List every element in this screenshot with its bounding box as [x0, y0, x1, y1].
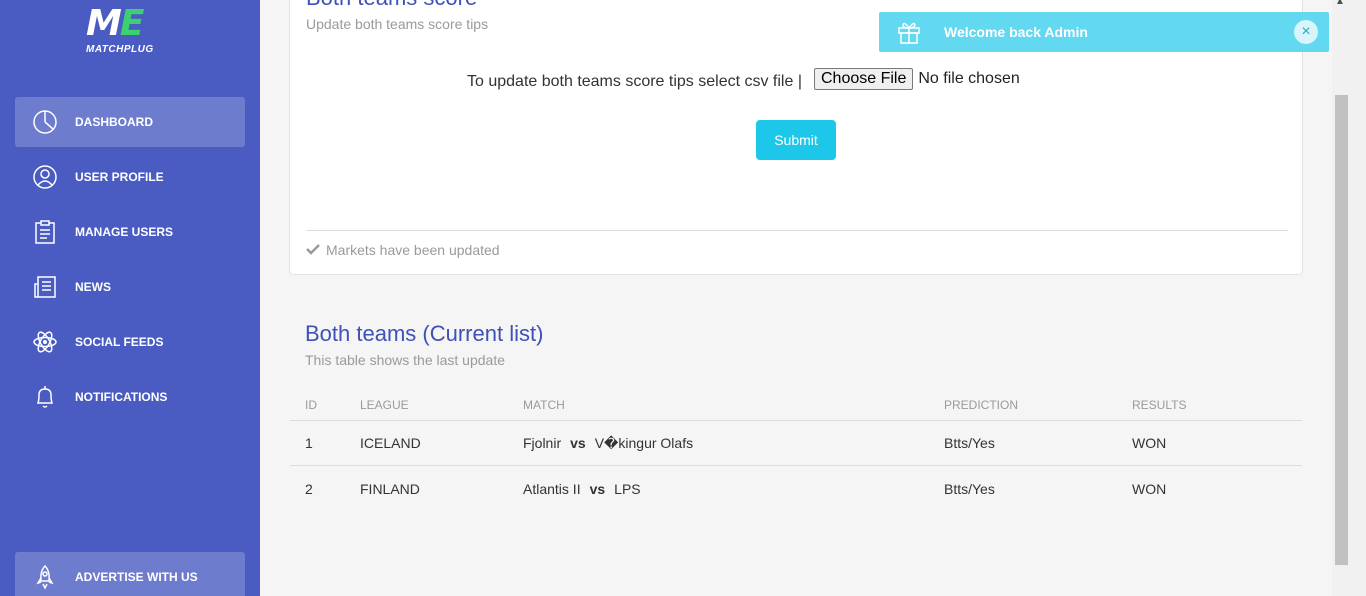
scrollbar-thumb[interactable] [1335, 95, 1348, 565]
newspaper-icon [32, 274, 58, 300]
cell-league: FINLAND [360, 480, 420, 497]
atom-icon [32, 329, 58, 355]
cell-result: WON [1132, 435, 1167, 451]
home-team: Fjolnir [523, 434, 562, 451]
table-row: 2 FINLAND Atlantis II vs LPS Btts/Yes WON [290, 466, 1302, 511]
choose-file-button[interactable]: Choose File [813, 68, 914, 90]
home-team: Atlantis II [523, 480, 581, 497]
advertise-label: ADVERTISE WITH US [75, 570, 198, 584]
sidebar-item-label: SOCIAL FEEDS [75, 335, 164, 349]
cell-prediction: Btts/Yes [944, 435, 995, 451]
cell-id: 2 [305, 480, 313, 497]
scroll-up-arrow-icon[interactable]: ▲ [1335, 0, 1345, 7]
column-header-results: RESULTS [1132, 398, 1187, 412]
predictions-table: ID LEAGUE MATCH PREDICTION RESULTS 1 ICE… [290, 390, 1302, 511]
sidebar-item-label: NOTIFICATIONS [75, 390, 168, 404]
rocket-icon [32, 564, 58, 590]
sidebar-nav: DASHBOARD USER PROFILE MANAGE USERS NEWS… [15, 97, 245, 427]
away-team: LPS [614, 480, 641, 497]
page-scrollbar[interactable]: ▲ [1332, 0, 1366, 596]
main-content: Both teams score Update both teams score… [260, 0, 1332, 596]
advertise-button[interactable]: ADVERTISE WITH US [15, 552, 245, 596]
away-team: V�kingur Olafs [594, 434, 694, 451]
cell-result: WON [1132, 480, 1167, 497]
sidebar-item-manage-users[interactable]: MANAGE USERS [15, 207, 245, 257]
list-title: Both teams (Current list) [305, 321, 544, 346]
sidebar-item-label: USER PROFILE [75, 170, 164, 184]
upload-card-title: Both teams score [306, 0, 477, 11]
welcome-toast: Welcome back Admin × [879, 12, 1329, 52]
cell-prediction: Btts/Yes [944, 480, 995, 497]
sidebar: ME MATCHPLUG DASHBOARD USER PROFILE MANA… [0, 0, 260, 596]
chart-pie-icon [32, 109, 58, 135]
clipboard-icon [32, 219, 58, 245]
file-state-text: No file chosen [918, 70, 1020, 87]
cell-match: Fjolnir vs V�kingur Olafs [523, 435, 944, 452]
submit-button[interactable]: Submit [756, 120, 836, 160]
column-header-league: LEAGUE [360, 398, 409, 412]
brand-name: MATCHPLUG [86, 44, 154, 55]
sidebar-item-news[interactable]: NEWS [15, 262, 245, 312]
sidebar-item-label: NEWS [75, 280, 111, 294]
card-divider [306, 230, 1288, 231]
list-subtitle: This table shows the last update [305, 352, 506, 368]
vs-label: vs [570, 434, 586, 451]
sidebar-item-user-profile[interactable]: USER PROFILE [15, 152, 245, 202]
user-circle-icon [32, 164, 58, 190]
bell-icon [32, 384, 58, 410]
logo[interactable]: ME MATCHPLUG [86, 6, 178, 60]
sidebar-item-social-feeds[interactable]: SOCIAL FEEDS [15, 317, 245, 367]
toast-message: Welcome back Admin [944, 24, 1088, 40]
table-header: ID LEAGUE MATCH PREDICTION RESULTS [290, 390, 1302, 421]
vs-label: vs [589, 480, 606, 497]
column-header-match: MATCH [523, 398, 565, 412]
card-footer: Markets have been updated [306, 242, 500, 258]
check-icon [306, 242, 320, 258]
upload-row: To update both teams score tips select c… [467, 67, 1020, 91]
sidebar-item-dashboard[interactable]: DASHBOARD [15, 97, 245, 147]
cell-match: Atlantis II vs LPS [523, 481, 944, 497]
close-icon[interactable]: × [1294, 20, 1318, 44]
toast-user: Admin [1044, 24, 1088, 40]
table-row: 1 ICELAND Fjolnir vs V�kingur Olafs Btts/Y… [290, 421, 1302, 466]
sidebar-item-notifications[interactable]: NOTIFICATIONS [15, 372, 245, 422]
cell-league: ICELAND [360, 435, 421, 451]
sidebar-item-label: DASHBOARD [75, 115, 153, 129]
upload-card-subtitle: Update both teams score tips [306, 16, 489, 32]
sidebar-item-label: MANAGE USERS [75, 225, 174, 239]
upload-label: To update both teams score tips select c… [467, 73, 802, 90]
column-header-id: ID [305, 398, 317, 412]
column-header-prediction: PREDICTION [944, 398, 1019, 412]
toast-prefix: Welcome back [944, 24, 1045, 40]
logo-mark: ME [86, 3, 144, 44]
cell-id: 1 [305, 435, 313, 451]
footer-status: Markets have been updated [326, 242, 500, 258]
gift-icon [896, 19, 922, 45]
